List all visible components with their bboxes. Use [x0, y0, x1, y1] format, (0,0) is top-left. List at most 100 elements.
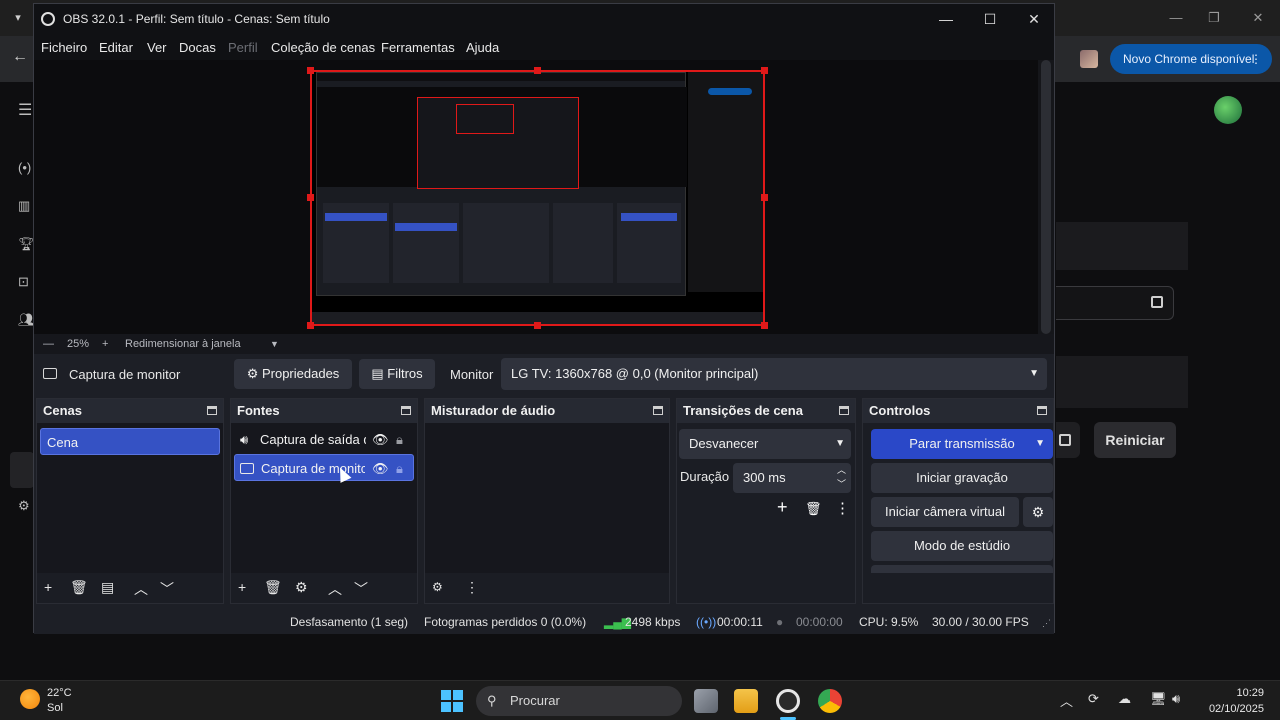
resize-to-window-label[interactable]: Redimensionar à janela	[125, 338, 241, 350]
menu-ferramentas[interactable]: Ferramentas	[381, 40, 455, 55]
zoom-dropdown-icon[interactable]: ▼	[270, 339, 279, 349]
restart-button[interactable]: Reiniciar	[1094, 422, 1176, 458]
move-down-icon[interactable]: ﹀	[354, 579, 368, 599]
undock-icon[interactable]	[401, 406, 411, 415]
minimize-icon[interactable]: —	[936, 9, 956, 29]
menu-ajuda[interactable]: Ajuda	[466, 40, 499, 55]
live-icon[interactable]: (•)	[18, 160, 31, 175]
file-explorer-icon[interactable]	[734, 689, 758, 713]
source-selection-box[interactable]	[310, 70, 765, 326]
lock-icon[interactable]: 🔒︎	[396, 455, 403, 482]
more-vert-icon[interactable]: ⋮	[835, 499, 850, 517]
analytics-icon[interactable]: ▥	[18, 198, 30, 214]
undock-icon[interactable]	[1037, 406, 1047, 415]
zoom-in-icon[interactable]: +	[102, 338, 108, 350]
trash-icon[interactable]: 🗑︎	[264, 579, 282, 596]
resize-handle[interactable]	[534, 67, 541, 74]
menu-perfil[interactable]: Perfil	[228, 40, 258, 55]
show-hidden-icons-icon[interactable]: ︿	[1060, 691, 1073, 710]
copy-icon[interactable]	[1059, 434, 1071, 446]
duration-input[interactable]: 300 ms ︿ ﹀	[733, 463, 851, 493]
add-icon[interactable]: +	[238, 579, 246, 595]
move-up-icon[interactable]: ︿	[328, 579, 342, 599]
resize-handle[interactable]	[761, 194, 768, 201]
more-vert-icon[interactable]: ⋮	[465, 579, 479, 596]
temperature[interactable]: 22°C	[47, 687, 72, 699]
weather-description[interactable]: Sol	[47, 702, 63, 714]
file-viewer-app-icon[interactable]	[694, 689, 718, 713]
source-item[interactable]: Captura de monitc 👁︎ 🔒︎	[234, 454, 414, 481]
chrome-close-icon[interactable]: ✕	[1248, 8, 1268, 28]
add-icon[interactable]: +	[777, 497, 788, 518]
chrome-minimize-icon[interactable]: —	[1166, 8, 1186, 28]
camera-icon[interactable]: ⊡	[18, 274, 29, 290]
resize-handle[interactable]	[307, 67, 314, 74]
spin-down-icon[interactable]: ﹀	[837, 469, 846, 499]
copy-icon[interactable]	[1151, 296, 1163, 308]
source-item[interactable]: 🔊︎ Captura de saída d 👁︎ 🔒︎	[234, 426, 414, 453]
chrome-restore-icon[interactable]: ❐	[1204, 8, 1224, 28]
resize-handle[interactable]	[761, 322, 768, 329]
stop-streaming-button[interactable]: Parar transmissão ▼	[871, 429, 1053, 459]
gear-icon[interactable]: ⚙	[295, 579, 308, 596]
chevron-down-icon[interactable]: ▼	[1035, 429, 1045, 459]
move-down-icon[interactable]: ﹀	[160, 579, 174, 599]
menu-colecao-cenas[interactable]: Coleção de cenas	[271, 40, 375, 55]
copy-field[interactable]	[1056, 286, 1174, 320]
properties-button[interactable]: ⚙ Propriedades	[234, 359, 352, 389]
transition-select[interactable]: Desvanecer ▼	[679, 429, 851, 459]
trash-icon[interactable]: 🗑︎	[70, 579, 88, 596]
menu-ficheiro[interactable]: Ficheiro	[41, 40, 87, 55]
maximize-icon[interactable]: ☐	[980, 9, 1000, 29]
channel-avatar[interactable]	[1214, 96, 1242, 124]
obs-app-icon[interactable]	[776, 689, 800, 713]
chrome-update-button[interactable]: Novo Chrome disponível ⋮	[1110, 44, 1272, 74]
undock-icon[interactable]	[839, 406, 849, 415]
settings-icon[interactable]: ⚙	[18, 498, 30, 514]
menu-ver[interactable]: Ver	[147, 40, 167, 55]
close-icon[interactable]: ✕	[1024, 9, 1044, 29]
side-nav-selected[interactable]	[10, 452, 34, 488]
add-icon[interactable]: +	[44, 579, 52, 595]
clock[interactable]: 10:29 02/10/2025	[1200, 685, 1264, 717]
chrome-tab-search-icon[interactable]: ▾	[8, 8, 28, 28]
virtual-camera-settings-icon[interactable]: ⚙	[1023, 497, 1053, 527]
zoom-out-icon[interactable]: —	[43, 338, 54, 350]
resize-handle[interactable]	[534, 322, 541, 329]
chrome-back-icon[interactable]: ←	[12, 48, 28, 66]
network-icon[interactable]: 🖥︎	[1150, 691, 1167, 707]
menu-docas[interactable]: Docas	[179, 40, 216, 55]
undock-icon[interactable]	[653, 406, 663, 415]
chrome-profile-avatar[interactable]	[1080, 50, 1098, 68]
lock-icon[interactable]: 🔒︎	[396, 426, 403, 453]
chrome-app-icon[interactable]	[818, 689, 842, 713]
filter-icon[interactable]: ▤	[101, 579, 114, 596]
move-up-icon[interactable]: ︿	[134, 579, 148, 599]
cloud-icon[interactable]: ☁	[1118, 691, 1131, 707]
hamburger-menu-icon[interactable]: ☰	[18, 100, 32, 120]
scene-item[interactable]: Cena	[40, 428, 220, 455]
preview-canvas[interactable]	[34, 60, 1038, 334]
sync-icon[interactable]: ⟳	[1088, 691, 1099, 707]
resize-handle[interactable]	[307, 322, 314, 329]
resize-handle[interactable]	[307, 194, 314, 201]
resize-grip-icon[interactable]: ⋰	[1042, 618, 1051, 629]
filters-button[interactable]: ▤ Filtros	[359, 359, 435, 389]
volume-icon[interactable]: 🔊︎	[1172, 691, 1180, 707]
preview-scrollbar[interactable]	[1038, 60, 1054, 334]
taskbar-search[interactable]: ⚲ Procurar	[476, 686, 682, 716]
windows-start-icon[interactable]	[441, 690, 463, 712]
studio-mode-button[interactable]: Modo de estúdio	[871, 531, 1053, 561]
resize-handle[interactable]	[761, 67, 768, 74]
eye-icon[interactable]: 👁︎	[372, 426, 389, 453]
menu-editar[interactable]: Editar	[99, 40, 133, 55]
eye-icon[interactable]: 👁︎	[372, 455, 389, 482]
copy-field[interactable]	[1056, 422, 1080, 458]
start-virtual-camera-button[interactable]: Iniciar câmera virtual	[871, 497, 1019, 527]
monitor-select[interactable]: LG TV: 1360x768 @ 0,0 (Monitor principal…	[501, 358, 1047, 390]
start-recording-button[interactable]: Iniciar gravação	[871, 463, 1053, 493]
undock-icon[interactable]	[207, 406, 217, 415]
sun-icon[interactable]	[20, 689, 40, 709]
advanced-audio-icon[interactable]: ⚙	[432, 580, 443, 594]
trash-icon[interactable]: 🗑︎	[805, 501, 822, 517]
